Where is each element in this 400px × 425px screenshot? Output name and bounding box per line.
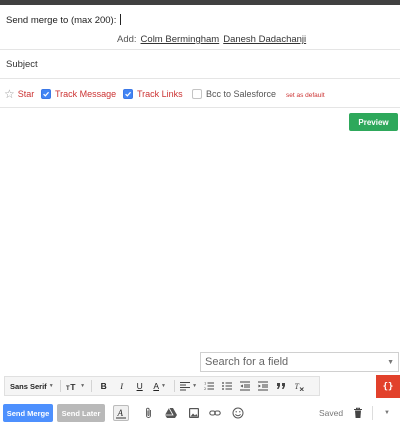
- toolbar-divider: [173, 380, 175, 392]
- quote-icon: [276, 383, 285, 389]
- svg-text:T: T: [70, 382, 76, 391]
- track-links-label: Track Links: [137, 89, 183, 99]
- increase-indent-button[interactable]: [254, 377, 272, 395]
- add-suggestions: Add: Colm Bermingham Danesh Dadachanji: [117, 34, 306, 45]
- toolbar-divider: [59, 380, 61, 392]
- subject-field[interactable]: Subject: [0, 50, 400, 79]
- subject-placeholder: Subject: [6, 59, 38, 70]
- suggestion-colm-bermingham[interactable]: Colm Bermingham: [141, 34, 220, 45]
- insert-merge-field-button[interactable]: {}: [376, 375, 400, 398]
- star-label: Star: [17, 89, 35, 99]
- field-search-dropdown[interactable]: ▼: [200, 352, 399, 372]
- trash-icon: [354, 407, 362, 418]
- align-button[interactable]: ▼: [178, 377, 200, 395]
- numbered-list-icon: 12: [204, 382, 214, 391]
- bulleted-list-icon: [221, 382, 232, 390]
- recipients-row[interactable]: Send merge to (max 200): Add: Colm Bermin…: [0, 5, 400, 50]
- send-later-button[interactable]: Send Later: [57, 404, 105, 422]
- link-icon: [209, 410, 221, 416]
- smiley-icon: [232, 407, 244, 419]
- track-message-checkbox[interactable]: [41, 89, 51, 99]
- text-color-button[interactable]: A ▼: [149, 377, 171, 395]
- track-message-option[interactable]: Track Message: [41, 89, 116, 99]
- quote-button[interactable]: [272, 377, 290, 395]
- star-icon[interactable]: ☆: [4, 88, 15, 100]
- track-links-option[interactable]: Track Links: [123, 89, 183, 99]
- compose-action-bar: Send Merge Send Later A Saved ▼: [0, 401, 400, 425]
- insert-photo-button[interactable]: [186, 405, 202, 421]
- message-body-editor[interactable]: [0, 134, 400, 348]
- attach-file-button[interactable]: [141, 405, 157, 421]
- add-label: Add:: [117, 34, 137, 45]
- indent-more-icon: [257, 381, 268, 391]
- send-merge-button[interactable]: Send Merge: [3, 404, 53, 422]
- svg-text:A: A: [117, 408, 124, 418]
- indent-less-icon: [239, 381, 250, 391]
- insert-drive-file-button[interactable]: [163, 405, 179, 421]
- tracking-options-row: ☆ Star Track Message Track Links Bcc to …: [0, 81, 400, 108]
- discard-draft-button[interactable]: [350, 405, 366, 421]
- toolbar-divider: [90, 380, 92, 392]
- recipients-label-text: Send merge to (max 200):: [6, 15, 117, 26]
- chevron-down-icon: ▼: [192, 383, 198, 389]
- more-options-chevron-icon[interactable]: ▼: [384, 410, 390, 416]
- clear-formatting-icon: T: [294, 382, 304, 391]
- drive-icon: [165, 407, 177, 418]
- decrease-indent-button[interactable]: [236, 377, 254, 395]
- paperclip-icon: [146, 407, 151, 418]
- chevron-down-icon: ▼: [161, 383, 166, 389]
- set-as-default-link[interactable]: set as default: [286, 92, 325, 99]
- insert-emoji-button[interactable]: [230, 405, 246, 421]
- field-search-input[interactable]: [205, 355, 375, 369]
- chevron-down-icon: ▼: [48, 383, 54, 389]
- italic-button[interactable]: I: [113, 377, 131, 395]
- text-caret: [120, 14, 122, 25]
- font-family-value: Sans Serif: [10, 381, 47, 391]
- check-icon: [125, 91, 132, 97]
- text-color-icon: A: [153, 381, 159, 391]
- insert-link-button[interactable]: [207, 405, 223, 421]
- align-left-icon: [180, 381, 191, 391]
- bcc-salesforce-label: Bcc to Salesforce: [206, 89, 277, 99]
- bcc-salesforce-checkbox[interactable]: [192, 89, 202, 99]
- suggestion-danesh-dadachanji[interactable]: Danesh Dadachanji: [223, 34, 306, 45]
- numbered-list-button[interactable]: 12: [200, 377, 218, 395]
- track-message-label: Track Message: [55, 89, 117, 99]
- svg-text:T: T: [66, 385, 70, 390]
- text-size-icon: TT: [66, 382, 76, 391]
- chevron-down-icon[interactable]: ▼: [387, 359, 394, 366]
- font-size-select[interactable]: TT ▼: [64, 377, 88, 395]
- svg-text:2: 2: [204, 387, 206, 391]
- recipients-label: Send merge to (max 200):: [6, 14, 122, 26]
- photo-icon: [189, 408, 199, 418]
- check-icon: [43, 91, 50, 97]
- underline-button[interactable]: U: [131, 377, 149, 395]
- clear-formatting-button[interactable]: T: [290, 377, 308, 395]
- draft-saved-status: Saved: [319, 408, 344, 418]
- toolbar-divider: [372, 406, 373, 420]
- formatting-toolbar: Sans Serif ▼ TT ▼ B I U A ▼ ▼ 12 T: [4, 376, 320, 396]
- font-family-select[interactable]: Sans Serif ▼: [5, 377, 57, 395]
- text-format-icon: A: [116, 408, 126, 419]
- bulleted-list-button[interactable]: [218, 377, 236, 395]
- formatting-options-button[interactable]: A: [113, 405, 129, 421]
- track-links-checkbox[interactable]: [123, 89, 133, 99]
- svg-text:1: 1: [204, 382, 206, 386]
- chevron-down-icon: ▼: [80, 383, 86, 389]
- bold-button[interactable]: B: [95, 377, 113, 395]
- star-option[interactable]: ☆ Star: [4, 88, 35, 100]
- preview-button[interactable]: Preview: [349, 113, 398, 131]
- bcc-salesforce-option[interactable]: Bcc to Salesforce: [192, 89, 276, 99]
- svg-text:T: T: [294, 382, 299, 391]
